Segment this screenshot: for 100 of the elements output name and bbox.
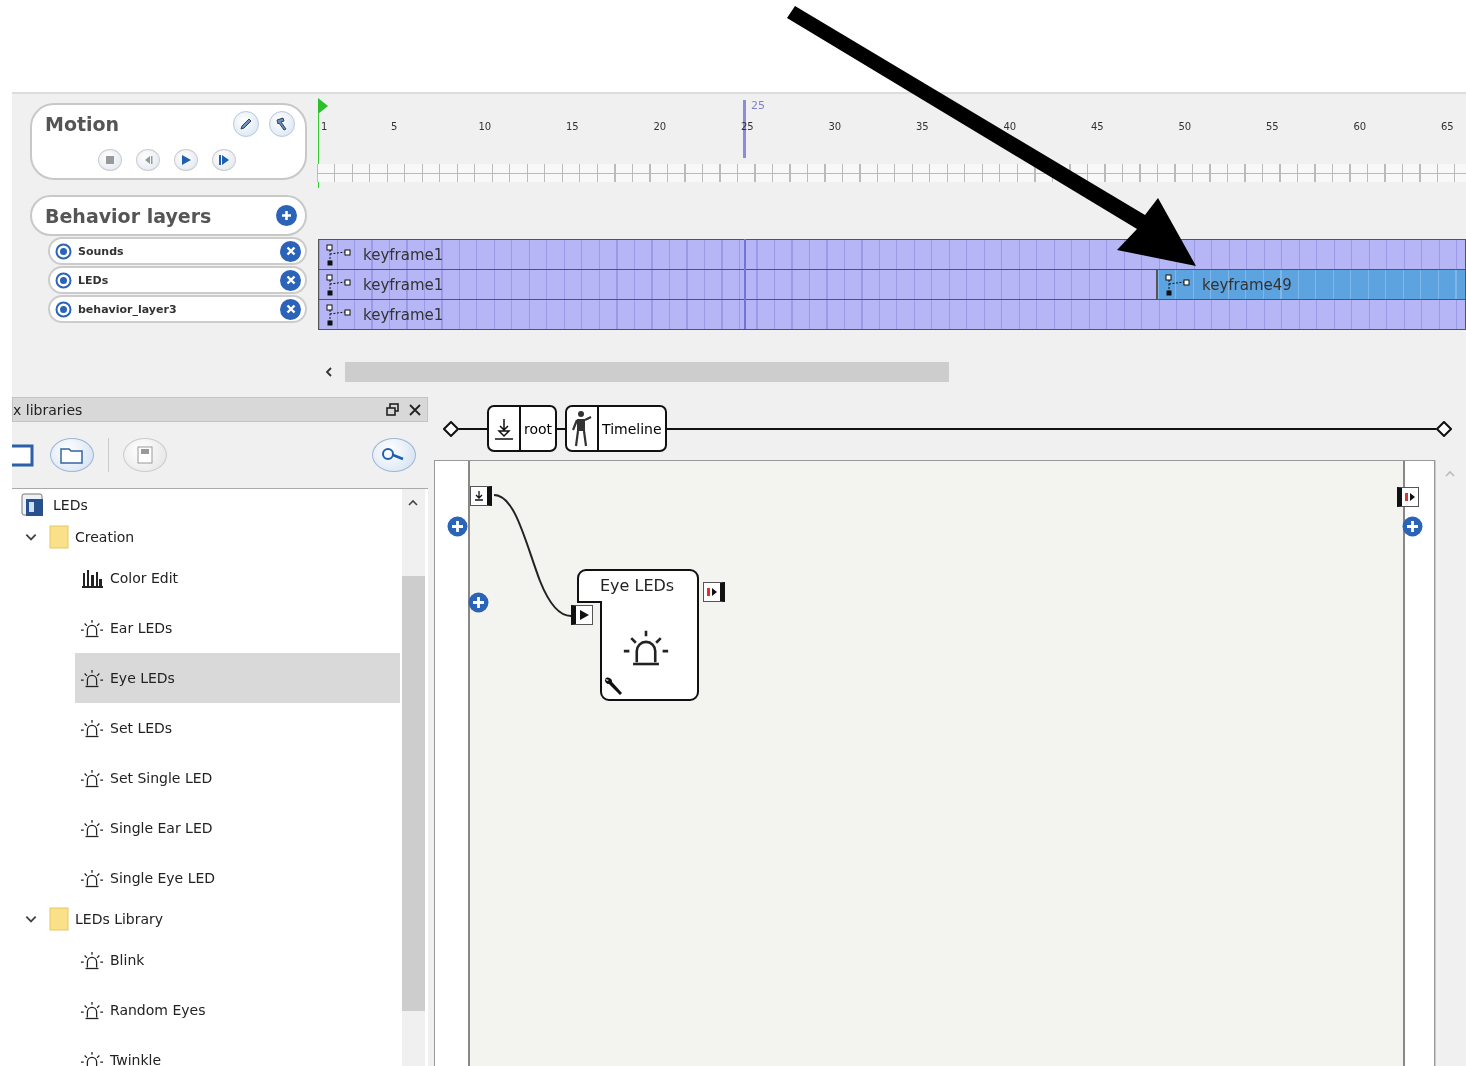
tree-item[interactable]: Single Eye LED [75, 853, 400, 903]
breadcrumb-item[interactable]: Timeline [565, 405, 667, 452]
tree-item[interactable]: Creation [12, 521, 402, 553]
frame-number: 1 [321, 121, 328, 132]
keyframe-icon [325, 243, 353, 266]
box-title: Eye LEDs [600, 576, 675, 595]
keyframe-icon [325, 273, 353, 296]
alarm-light-icon [80, 999, 104, 1021]
keyframe-block[interactable]: keyframe49 [1156, 270, 1465, 299]
pencil-icon [238, 116, 254, 132]
tree-item[interactable]: Set Single LED [75, 753, 400, 803]
alarm-light-icon [80, 817, 104, 839]
search-button[interactable] [372, 438, 416, 472]
keyframe-label: keyframe1 [363, 275, 444, 294]
panel-title: Motion [45, 113, 120, 135]
tree-item[interactable]: Color Edit [75, 553, 400, 603]
next-frame-icon [218, 154, 230, 166]
play-icon [579, 610, 589, 620]
panel-title: Behavior layers [45, 204, 212, 227]
plus-icon [281, 210, 292, 221]
add-port-icon[interactable] [1402, 516, 1423, 537]
close-icon [285, 246, 296, 256]
previous-frame-button[interactable] [136, 149, 160, 171]
folder-icon [49, 525, 69, 549]
play-button[interactable] [174, 149, 198, 171]
output-port[interactable] [1397, 487, 1419, 507]
bar-chart-icon [80, 567, 104, 589]
tree-item[interactable]: Single Ear LED [75, 803, 400, 853]
close-icon [285, 275, 296, 285]
stop-port-icon [706, 587, 718, 597]
add-port-icon[interactable] [447, 516, 468, 537]
folder-icon [59, 445, 85, 465]
frame-number: 60 [1353, 121, 1367, 132]
scroll-left-icon[interactable] [323, 366, 335, 378]
keyframe-icon [1164, 273, 1192, 296]
layer-name: behavior_layer3 [78, 302, 178, 316]
play-icon [180, 154, 192, 166]
previous-frame-icon [143, 155, 153, 165]
alarm-light-icon [80, 949, 104, 971]
alarm-light-icon [80, 1049, 104, 1066]
output-port[interactable] [703, 582, 725, 602]
frame-number: 20 [653, 121, 667, 132]
layer-row[interactable]: Sounds [48, 237, 307, 265]
tree-item[interactable]: Twinkle [75, 1035, 400, 1066]
layer-radio-icon[interactable] [55, 300, 72, 318]
tree-item[interactable]: Blink [75, 935, 400, 985]
alarm-light-icon [80, 867, 104, 889]
flow-box[interactable]: Eye LEDs [576, 569, 700, 702]
layer-row[interactable]: behavior_layer3 [48, 295, 307, 323]
playhead-frame: 25 [751, 99, 765, 112]
tree-item[interactable]: Eye LEDs [75, 653, 400, 703]
stop-port-icon [1404, 492, 1416, 502]
delete-layer-button[interactable] [280, 298, 301, 320]
save-button[interactable] [123, 438, 167, 472]
frame-number: 25 [741, 121, 754, 132]
frame-number: 40 [1003, 121, 1017, 132]
add-layer-button[interactable] [276, 205, 297, 226]
frame-number: 65 [1441, 121, 1454, 132]
undock-icon[interactable] [386, 403, 399, 416]
layer-radio-icon[interactable] [55, 242, 72, 260]
breadcrumb-item[interactable]: root [487, 405, 558, 452]
tree-item[interactable]: LEDs Library [12, 903, 402, 935]
alarm-light-icon [80, 617, 104, 639]
layer-name: LEDs [78, 273, 110, 287]
vertical-scrollbar[interactable] [402, 489, 425, 1066]
hammer-button[interactable] [269, 111, 295, 137]
frame-number: 55 [1266, 121, 1279, 132]
start-input-port[interactable] [470, 486, 492, 506]
alarm-light-icon [80, 717, 104, 739]
close-icon [285, 304, 296, 314]
edit-button[interactable] [233, 111, 259, 137]
delete-layer-button[interactable] [280, 269, 301, 291]
tree-item[interactable]: Ear LEDs [75, 603, 400, 653]
start-marker-icon[interactable] [317, 98, 329, 114]
save-icon [136, 445, 154, 465]
delete-layer-button[interactable] [280, 240, 301, 262]
folder-icon [49, 907, 69, 931]
alarm-light-icon [80, 667, 104, 689]
download-icon [473, 490, 485, 502]
stop-button[interactable] [98, 149, 122, 171]
layer-radio-icon[interactable] [55, 271, 72, 289]
input-port[interactable] [571, 605, 593, 625]
alarm-light-icon [80, 767, 104, 789]
tree-item[interactable]: LEDs [12, 489, 402, 521]
next-frame-button[interactable] [212, 149, 236, 171]
open-folder-button[interactable] [50, 438, 94, 472]
robot-figure-icon [571, 409, 594, 448]
tree-item[interactable]: Set LEDs [75, 703, 400, 753]
layer-name: Sounds [78, 244, 125, 258]
frame-number: 15 [566, 121, 579, 132]
keyframe-icon [325, 303, 353, 326]
add-port-icon[interactable] [468, 592, 489, 613]
tree-item[interactable]: Random Eyes [75, 985, 400, 1035]
layer-row[interactable]: LEDs [48, 266, 307, 294]
frame-number: 50 [1178, 121, 1192, 132]
wrench-icon[interactable] [603, 676, 625, 698]
panel-title: x libraries [13, 401, 83, 418]
keyframe-label: keyframe49 [1202, 275, 1292, 294]
keyframe-label: keyframe1 [363, 305, 444, 324]
close-icon[interactable] [409, 403, 421, 416]
